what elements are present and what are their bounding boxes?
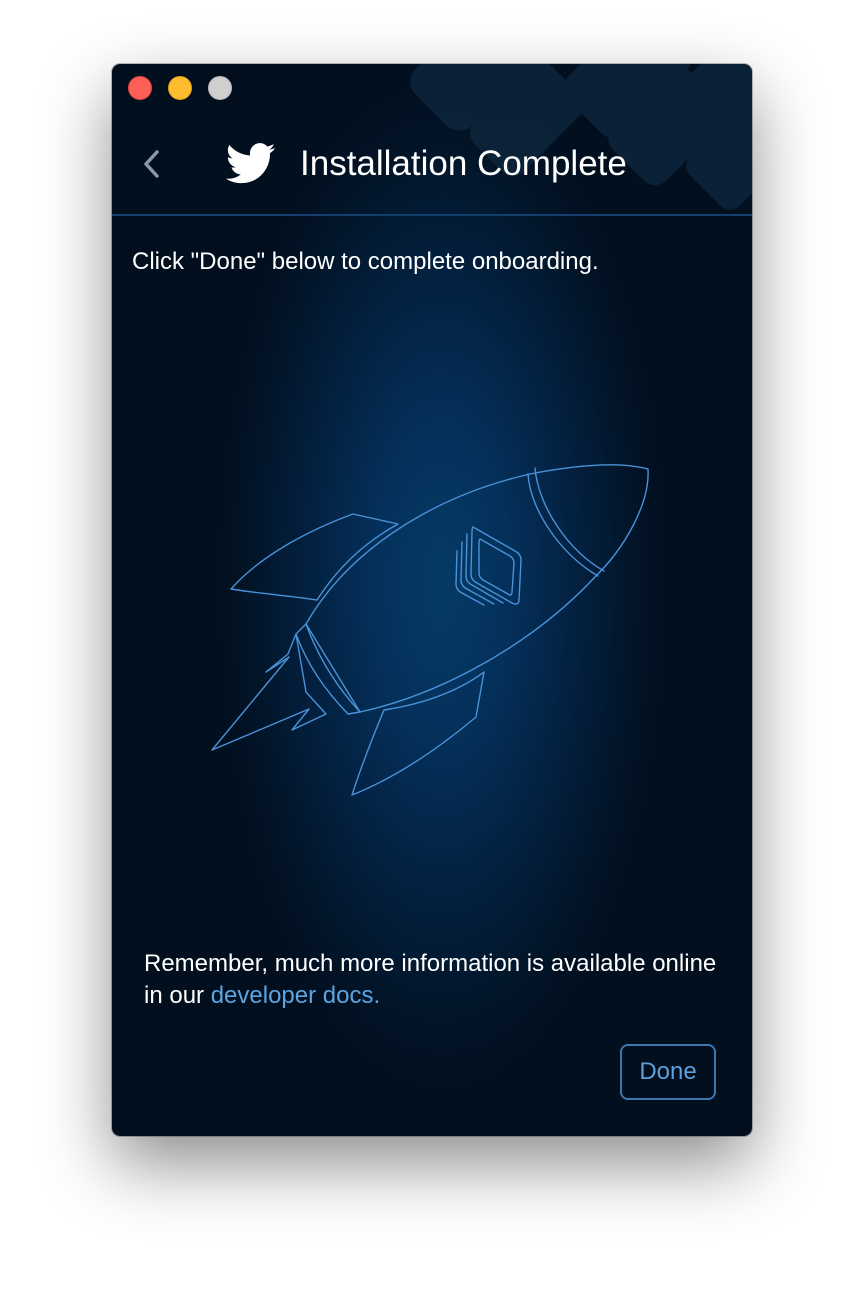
minimize-window-button[interactable] <box>168 76 192 100</box>
page-title: Installation Complete <box>300 144 627 183</box>
developer-docs-link[interactable]: developer docs. <box>211 982 380 1009</box>
zoom-window-button[interactable] <box>208 76 232 100</box>
traffic-lights <box>128 76 232 100</box>
instructions-text: Click "Done" below to complete onboardin… <box>132 248 599 275</box>
back-button[interactable] <box>136 144 168 184</box>
docs-message: Remember, much more information is avail… <box>144 948 724 1012</box>
close-window-button[interactable] <box>128 76 152 100</box>
chevron-left-icon <box>144 150 159 178</box>
header: Installation Complete <box>112 124 752 214</box>
header-divider <box>112 214 752 216</box>
done-button[interactable]: Done <box>620 1044 716 1100</box>
onboarding-window: Installation Complete Click "Done" below… <box>112 64 752 1136</box>
twitter-bird-icon <box>226 143 276 184</box>
